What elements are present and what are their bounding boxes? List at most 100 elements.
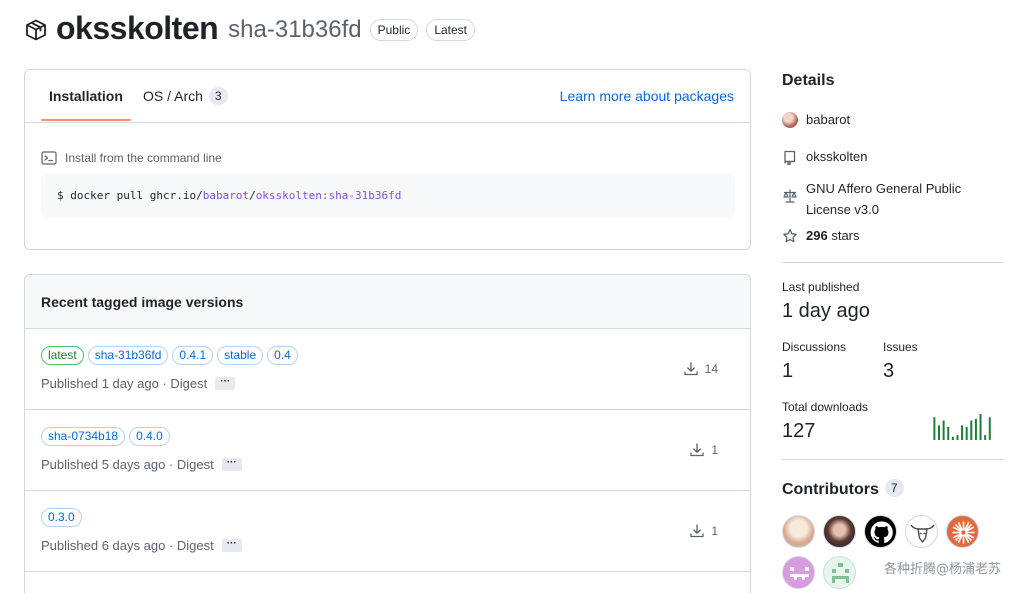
contributor-avatar[interactable]	[864, 515, 897, 548]
command-prefix: $ docker pull ghcr.io/	[57, 189, 203, 202]
contributor-avatar[interactable]	[823, 556, 856, 589]
issues-label: Issues	[883, 340, 918, 354]
total-downloads-label: Total downloads	[782, 400, 869, 414]
version-tag[interactable]: latest	[41, 346, 84, 365]
watermark-text: 各种折腾@杨浦老苏	[884, 562, 1002, 577]
contributor-avatar[interactable]	[905, 515, 938, 548]
docker-pull-command[interactable]: $ docker pull ghcr.io/babarot / oksskolten…	[41, 174, 735, 217]
contributor-avatar[interactable]	[823, 515, 856, 548]
sparkline-bar	[988, 417, 991, 440]
digest-expand-button[interactable]: ···	[221, 539, 242, 552]
contributor-avatar[interactable]	[782, 556, 815, 589]
stars-label: stars	[831, 228, 860, 243]
version-downloads: 1	[689, 442, 718, 458]
contributors-heading: Contributors	[782, 481, 879, 498]
version-tag[interactable]: stable	[217, 346, 264, 365]
download-count: 14	[704, 362, 718, 376]
bull-icon	[910, 524, 935, 543]
package-title: oksskolten	[56, 9, 219, 46]
stars-row[interactable]: 296 stars	[782, 228, 860, 244]
command-line-label: Install from the command line	[41, 150, 222, 166]
sparkline-bar	[956, 435, 959, 440]
sparkline-bar	[938, 425, 940, 440]
owner-avatar	[782, 112, 798, 128]
repo-icon	[784, 150, 796, 165]
version-downloads: 14	[683, 361, 718, 377]
tab-os-arch-label: OS / Arch	[143, 88, 203, 104]
starburst-icon	[952, 521, 975, 544]
digest-expand-button[interactable]: ···	[215, 377, 236, 390]
sparkline-bar	[974, 418, 977, 440]
download-icon	[683, 362, 698, 376]
sparkline-bar	[951, 436, 954, 440]
version-meta: Published 6 days ago · Digest ···	[41, 538, 242, 553]
download-count: 1	[711, 524, 718, 538]
contributor-avatar[interactable]	[782, 515, 815, 548]
package-header: oksskolten sha-31b36fd Public Latest	[24, 8, 476, 48]
sparkline-bar	[933, 417, 936, 440]
version-tag[interactable]: sha-0734b18	[41, 427, 126, 446]
package-icon	[26, 19, 46, 41]
divider	[782, 262, 1004, 263]
digest-expand-button[interactable]: ···	[221, 458, 242, 471]
latest-badge: Latest	[426, 19, 476, 41]
version-tag[interactable]: 0.4.0	[129, 427, 170, 446]
install-tabs: Installation OS / Arch 3 Learn more abou…	[25, 70, 750, 123]
version-tag[interactable]: sha-31b36fd	[87, 346, 169, 365]
version-downloads: 1	[689, 523, 718, 539]
public-badge: Public	[369, 19, 419, 41]
sparkline-bar	[942, 420, 945, 440]
version-tags: latest sha-31b36fd 0.4.1 stable 0.4	[41, 346, 302, 365]
versions-title: Recent tagged image versions	[25, 275, 750, 329]
discussions-label: Discussions	[782, 340, 847, 354]
version-tag[interactable]: 0.3.0	[41, 508, 82, 527]
published-text: Published 6 days ago · Digest	[41, 538, 214, 553]
version-row: latest sha-31b36fd 0.4.1 stable 0.4 Publ…	[25, 329, 750, 410]
tab-os-arch[interactable]: OS / Arch 3	[143, 70, 228, 122]
version-tag[interactable]: 0.4.1	[172, 346, 214, 365]
sparkline-bar	[965, 427, 968, 440]
version-meta: Published 5 days ago · Digest ···	[41, 457, 242, 472]
command-separator: /	[249, 189, 256, 202]
repo-name[interactable]: oksskolten	[806, 149, 867, 164]
last-published-value: 1 day ago	[782, 300, 870, 322]
download-icon	[690, 443, 704, 457]
contributor-avatar[interactable]	[946, 515, 979, 548]
license-row: GNU Affero General Public License v3.0	[782, 180, 1004, 220]
sparkline-bar	[970, 420, 973, 440]
stars-count: 296	[806, 228, 828, 243]
package-version: sha-31b36fd	[228, 16, 362, 43]
installation-panel: Installation OS / Arch 3 Learn more abou…	[24, 69, 751, 250]
discussions-value[interactable]: 1	[782, 360, 793, 383]
contributors-counter: 7	[884, 479, 904, 497]
downloads-sparkline	[933, 414, 991, 440]
tab-installation[interactable]: Installation	[41, 70, 131, 122]
published-text: Published 1 day ago · Digest	[41, 376, 208, 391]
version-row: 0.3.0 Published 6 days ago · Digest ··· …	[25, 491, 750, 572]
total-downloads-value: 127	[782, 420, 816, 442]
version-row: sha-0734b18 0.4.0 Published 5 days ago ·…	[25, 410, 750, 491]
versions-panel: Recent tagged image versions latest sha-…	[24, 274, 751, 593]
law-icon	[783, 189, 797, 203]
version-meta: Published 1 day ago · Digest ···	[41, 376, 236, 391]
tab-installation-label: Installation	[49, 88, 123, 104]
star-icon	[783, 229, 797, 243]
version-tags: sha-0734b18 0.4.0	[41, 427, 174, 446]
sparkline-bar	[984, 435, 987, 440]
owner-row[interactable]: babarot	[782, 112, 850, 128]
sparkline-bar	[979, 414, 982, 440]
last-published-label: Last published	[782, 280, 860, 294]
github-icon	[870, 521, 893, 544]
issues-value[interactable]: 3	[883, 360, 894, 383]
contributors-title: Contributors 7	[782, 479, 904, 499]
download-count: 1	[711, 443, 718, 457]
repo-row[interactable]: oksskolten	[782, 149, 867, 165]
details-title: Details	[782, 72, 835, 89]
owner-name[interactable]: babarot	[806, 112, 850, 127]
sparkline-bar	[947, 427, 950, 440]
version-tag[interactable]: 0.4	[267, 346, 298, 365]
published-text: Published 5 days ago · Digest	[41, 457, 214, 472]
terminal-icon	[41, 151, 57, 165]
sparkline-bar	[961, 425, 964, 440]
learn-more-link[interactable]: Learn more about packages	[560, 88, 734, 104]
